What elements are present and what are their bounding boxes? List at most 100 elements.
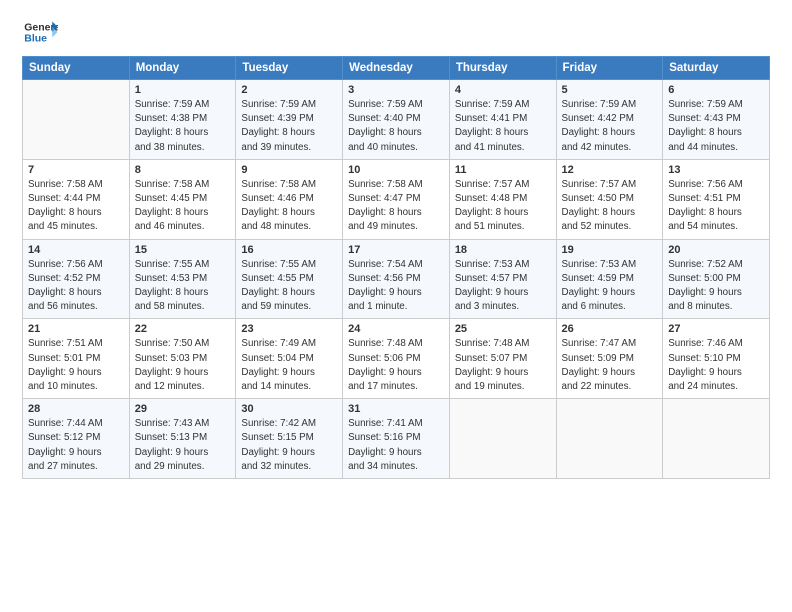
calendar-cell: 27 Sunrise: 7:46 AM Sunset: 5:10 PM Dayli… (663, 319, 770, 399)
day-info: Sunrise: 7:48 AM Sunset: 5:06 PM Dayligh… (348, 337, 444, 394)
day-info: Sunrise: 7:56 AM Sunset: 4:51 PM Dayligh… (668, 178, 764, 235)
calendar-cell: 26 Sunrise: 7:47 AM Sunset: 5:09 PM Dayli… (556, 319, 663, 399)
day-info: Sunrise: 7:53 AM Sunset: 4:59 PM Dayligh… (562, 258, 658, 315)
logo: General Blue (22, 18, 58, 46)
calendar-cell: 19 Sunrise: 7:53 AM Sunset: 4:59 PM Dayli… (556, 239, 663, 319)
day-number: 31 (348, 403, 444, 415)
column-header-tuesday: Tuesday (236, 57, 343, 80)
day-number: 14 (28, 244, 124, 256)
day-info: Sunrise: 7:48 AM Sunset: 5:07 PM Dayligh… (455, 337, 551, 394)
calendar-cell: 10 Sunrise: 7:58 AM Sunset: 4:47 PM Dayli… (343, 159, 450, 239)
day-number: 15 (135, 244, 231, 256)
column-header-sunday: Sunday (23, 57, 130, 80)
calendar-cell: 15Sunrise: 7:55 AM Sunset: 4:53 PM Dayli… (129, 239, 236, 319)
calendar-cell: 24Sunrise: 7:48 AM Sunset: 5:06 PM Dayli… (343, 319, 450, 399)
day-info: Sunrise: 7:51 AM Sunset: 5:01 PM Dayligh… (28, 337, 124, 394)
day-info: Sunrise: 7:58 AM Sunset: 4:47 PM Dayligh… (348, 178, 444, 235)
day-number: 20 (668, 244, 764, 256)
day-number: 8 (135, 164, 231, 176)
day-info: Sunrise: 7:55 AM Sunset: 4:55 PM Dayligh… (241, 258, 337, 315)
day-info: Sunrise: 7:47 AM Sunset: 5:09 PM Dayligh… (562, 337, 658, 394)
page-header: General Blue (22, 18, 770, 46)
calendar-cell: 31 Sunrise: 7:41 AM Sunset: 5:16 PM Dayli… (343, 399, 450, 479)
day-number: 10 (348, 164, 444, 176)
day-number: 22 (135, 323, 231, 335)
calendar-cell: 30Sunrise: 7:42 AM Sunset: 5:15 PM Dayli… (236, 399, 343, 479)
calendar-cell: 7 Sunrise: 7:58 AM Sunset: 4:44 PM Daylig… (23, 159, 130, 239)
calendar-cell: 29 Sunrise: 7:43 AM Sunset: 5:13 PM Dayli… (129, 399, 236, 479)
day-info: Sunrise: 7:59 AM Sunset: 4:42 PM Dayligh… (562, 98, 658, 155)
day-info: Sunrise: 7:46 AM Sunset: 5:10 PM Dayligh… (668, 337, 764, 394)
day-info: Sunrise: 7:59 AM Sunset: 4:43 PM Dayligh… (668, 98, 764, 155)
day-info: Sunrise: 7:58 AM Sunset: 4:44 PM Dayligh… (28, 178, 124, 235)
calendar-cell: 9 Sunrise: 7:58 AM Sunset: 4:46 PM Daylig… (236, 159, 343, 239)
column-header-friday: Friday (556, 57, 663, 80)
calendar-cell: 16 Sunrise: 7:55 AM Sunset: 4:55 PM Dayli… (236, 239, 343, 319)
calendar-cell: 22 Sunrise: 7:50 AM Sunset: 5:03 PM Dayli… (129, 319, 236, 399)
day-number: 1 (135, 84, 231, 96)
calendar-cell: 12 Sunrise: 7:57 AM Sunset: 4:50 PM Dayli… (556, 159, 663, 239)
day-number: 5 (562, 84, 658, 96)
day-info: Sunrise: 7:43 AM Sunset: 5:13 PM Dayligh… (135, 417, 231, 474)
calendar-cell: 11 Sunrise: 7:57 AM Sunset: 4:48 PM Dayli… (449, 159, 556, 239)
day-number: 13 (668, 164, 764, 176)
calendar-cell: 3 Sunrise: 7:59 AM Sunset: 4:40 PM Daylig… (343, 80, 450, 160)
calendar-table: SundayMondayTuesdayWednesdayThursdayFrid… (22, 56, 770, 479)
calendar-cell: 25 Sunrise: 7:48 AM Sunset: 5:07 PM Dayli… (449, 319, 556, 399)
day-number: 18 (455, 244, 551, 256)
day-info: Sunrise: 7:53 AM Sunset: 4:57 PM Dayligh… (455, 258, 551, 315)
calendar-cell: 13 Sunrise: 7:56 AM Sunset: 4:51 PM Dayli… (663, 159, 770, 239)
day-info: Sunrise: 7:58 AM Sunset: 4:45 PM Dayligh… (135, 178, 231, 235)
day-number: 25 (455, 323, 551, 335)
day-info: Sunrise: 7:50 AM Sunset: 5:03 PM Dayligh… (135, 337, 231, 394)
day-number: 6 (668, 84, 764, 96)
day-info: Sunrise: 7:56 AM Sunset: 4:52 PM Dayligh… (28, 258, 124, 315)
calendar-cell: 18 Sunrise: 7:53 AM Sunset: 4:57 PM Dayli… (449, 239, 556, 319)
day-number: 16 (241, 244, 337, 256)
svg-text:Blue: Blue (24, 33, 47, 45)
day-number: 17 (348, 244, 444, 256)
day-info: Sunrise: 7:59 AM Sunset: 4:39 PM Dayligh… (241, 98, 337, 155)
day-info: Sunrise: 7:59 AM Sunset: 4:38 PM Dayligh… (135, 98, 231, 155)
day-info: Sunrise: 7:59 AM Sunset: 4:41 PM Dayligh… (455, 98, 551, 155)
calendar-cell (556, 399, 663, 479)
day-info: Sunrise: 7:41 AM Sunset: 5:16 PM Dayligh… (348, 417, 444, 474)
day-number: 26 (562, 323, 658, 335)
calendar-cell: 23 Sunrise: 7:49 AM Sunset: 5:04 PM Dayli… (236, 319, 343, 399)
day-number: 29 (135, 403, 231, 415)
day-info: Sunrise: 7:42 AM Sunset: 5:15 PM Dayligh… (241, 417, 337, 474)
day-number: 3 (348, 84, 444, 96)
column-header-thursday: Thursday (449, 57, 556, 80)
calendar-cell: 21 Sunrise: 7:51 AM Sunset: 5:01 PM Dayli… (23, 319, 130, 399)
day-info: Sunrise: 7:57 AM Sunset: 4:50 PM Dayligh… (562, 178, 658, 235)
calendar-cell: 5 Sunrise: 7:59 AM Sunset: 4:42 PM Daylig… (556, 80, 663, 160)
day-number: 21 (28, 323, 124, 335)
column-header-saturday: Saturday (663, 57, 770, 80)
day-info: Sunrise: 7:52 AM Sunset: 5:00 PM Dayligh… (668, 258, 764, 315)
calendar-cell: 28Sunrise: 7:44 AM Sunset: 5:12 PM Dayli… (23, 399, 130, 479)
calendar-cell: 14 Sunrise: 7:56 AM Sunset: 4:52 PM Dayli… (23, 239, 130, 319)
day-number: 12 (562, 164, 658, 176)
day-info: Sunrise: 7:58 AM Sunset: 4:46 PM Dayligh… (241, 178, 337, 235)
day-number: 9 (241, 164, 337, 176)
day-number: 2 (241, 84, 337, 96)
calendar-cell: 1 Sunrise: 7:59 AM Sunset: 4:38 PM Daylig… (129, 80, 236, 160)
logo-icon: General Blue (22, 18, 58, 46)
day-number: 11 (455, 164, 551, 176)
day-number: 7 (28, 164, 124, 176)
calendar-cell: 6 Sunrise: 7:59 AM Sunset: 4:43 PM Daylig… (663, 80, 770, 160)
day-info: Sunrise: 7:57 AM Sunset: 4:48 PM Dayligh… (455, 178, 551, 235)
calendar-cell: 8 Sunrise: 7:58 AM Sunset: 4:45 PM Daylig… (129, 159, 236, 239)
day-number: 27 (668, 323, 764, 335)
day-info: Sunrise: 7:54 AM Sunset: 4:56 PM Dayligh… (348, 258, 444, 315)
calendar-cell (449, 399, 556, 479)
calendar-cell (663, 399, 770, 479)
calendar-cell: 17 Sunrise: 7:54 AM Sunset: 4:56 PM Dayli… (343, 239, 450, 319)
day-number: 28 (28, 403, 124, 415)
day-number: 23 (241, 323, 337, 335)
day-number: 19 (562, 244, 658, 256)
day-number: 4 (455, 84, 551, 96)
day-info: Sunrise: 7:49 AM Sunset: 5:04 PM Dayligh… (241, 337, 337, 394)
calendar-cell: 4 Sunrise: 7:59 AM Sunset: 4:41 PM Daylig… (449, 80, 556, 160)
day-info: Sunrise: 7:59 AM Sunset: 4:40 PM Dayligh… (348, 98, 444, 155)
